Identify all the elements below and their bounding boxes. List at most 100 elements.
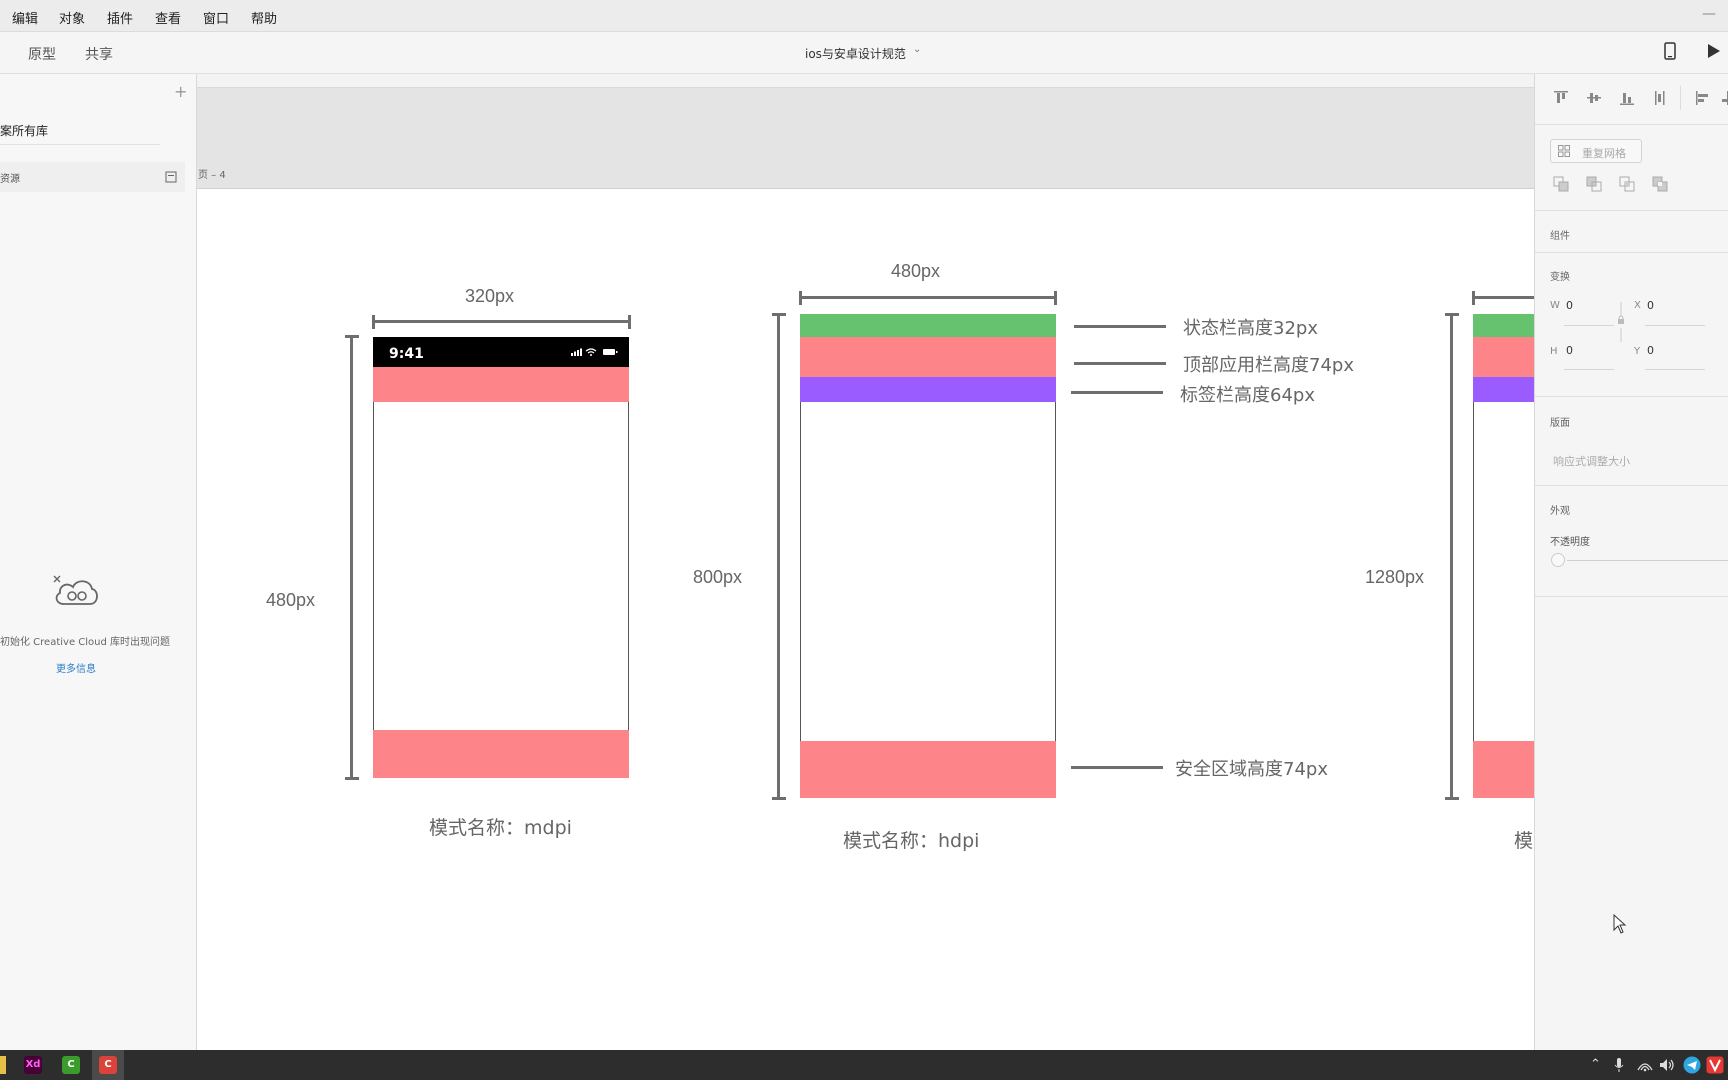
camtasia-green-icon[interactable]: C xyxy=(62,1056,80,1074)
grid-icon xyxy=(1558,145,1570,157)
transform-section-title: 变换 xyxy=(1550,272,1570,283)
phone-icon[interactable] xyxy=(1664,42,1676,60)
note-app-bar: 顶部应用栏高度74px xyxy=(1183,355,1354,376)
phone1-height-label: 480px xyxy=(266,590,316,610)
phone1-status-time: 9:41 xyxy=(389,346,424,362)
taskbar: Xd C C ⌃ xyxy=(0,1050,1728,1080)
play-icon[interactable] xyxy=(1707,43,1721,59)
opacity-slider-track[interactable] xyxy=(1567,560,1728,561)
chevron-down-icon[interactable]: ⌄ xyxy=(913,44,921,55)
artboard-label[interactable]: 页 – 4 xyxy=(198,166,226,181)
phone3-height-cap-bottom xyxy=(1445,797,1459,800)
boolean-exclude-icon[interactable] xyxy=(1652,176,1668,192)
align-bottom-icon[interactable] xyxy=(1619,90,1635,106)
width-input-line xyxy=(1564,325,1614,326)
align-middle-icon[interactable] xyxy=(1586,90,1602,106)
chevron-up-icon[interactable]: ⌃ xyxy=(1590,1057,1601,1072)
panel-toggle-icon[interactable] xyxy=(165,171,177,183)
repeat-grid-button[interactable]: 重复网格 xyxy=(1550,139,1642,163)
adobe-xd-icon[interactable]: Xd xyxy=(24,1056,42,1074)
phone3-tab-bar xyxy=(1473,377,1534,402)
menu-object[interactable]: 对象 xyxy=(59,8,85,27)
align-left-icon[interactable] xyxy=(1695,90,1711,106)
divider xyxy=(1535,210,1728,211)
note-tab-bar: 标签栏高度64px xyxy=(1180,385,1315,406)
menu-plugins[interactable]: 插件 xyxy=(107,8,133,27)
menu-view[interactable]: 查看 xyxy=(155,8,181,27)
property-inspector: 重复网格 组件 变换 W 0 X 0 H 0 Y 0 版面 响应式调整大小 外观… xyxy=(1534,74,1728,1050)
phone2-width-cap-right xyxy=(1054,291,1057,305)
phone1-frame[interactable] xyxy=(373,337,629,778)
opacity-slider-handle[interactable] xyxy=(1551,553,1565,567)
opacity-label: 不透明度 xyxy=(1550,537,1590,548)
menu-edit[interactable]: 编辑 xyxy=(12,8,38,27)
align-center-icon[interactable] xyxy=(1721,90,1728,106)
speaker-icon[interactable] xyxy=(1659,1058,1675,1072)
phone1-width-line xyxy=(373,320,630,323)
note-status-bar: 状态栏高度32px xyxy=(1183,318,1318,339)
boolean-intersect-icon[interactable] xyxy=(1619,176,1635,192)
library-title: 案所有库 xyxy=(0,124,49,138)
minimize-button[interactable]: — xyxy=(1702,6,1716,22)
x-input[interactable]: 0 xyxy=(1647,299,1654,312)
more-info-link[interactable]: 更多信息 xyxy=(56,660,96,675)
phone3-height-line xyxy=(1450,314,1453,799)
phone2-height-cap-bottom xyxy=(772,797,786,800)
toolbar-divider xyxy=(1680,86,1681,110)
canvas-ruler-strip xyxy=(197,74,1534,88)
phone2-width-cap-left xyxy=(799,291,802,305)
document-title[interactable]: ios与安卓设计规范 xyxy=(805,45,906,62)
file-explorer-icon[interactable] xyxy=(0,1056,6,1074)
phone2-safe-area xyxy=(800,741,1056,798)
height-input[interactable]: 0 xyxy=(1566,344,1573,357)
toolbar: 原型 共享 ios与安卓设计规范 ⌄ xyxy=(0,32,1728,74)
lock-aspect-icon[interactable] xyxy=(1616,302,1626,342)
phone1-bottom-bar xyxy=(373,730,629,778)
x-label: X xyxy=(1634,300,1641,311)
telegram-icon[interactable] xyxy=(1683,1056,1701,1074)
width-input[interactable]: 0 xyxy=(1566,299,1573,312)
layout-section-title: 版面 xyxy=(1550,418,1570,429)
libraries-panel: + 案所有库 资源 初始化 Creative Cloud 库时出现问题 更多信息 xyxy=(0,74,197,1050)
camtasia-red-icon[interactable]: C xyxy=(99,1056,117,1074)
phone2-app-bar xyxy=(800,337,1056,377)
note-safe-area: 安全区域高度74px xyxy=(1175,759,1328,780)
menu-help[interactable]: 帮助 xyxy=(251,8,277,27)
y-input[interactable]: 0 xyxy=(1647,344,1654,357)
mouse-cursor-icon xyxy=(1613,914,1627,934)
divider xyxy=(1535,124,1728,125)
height-input-line xyxy=(1564,369,1614,370)
boolean-add-icon[interactable] xyxy=(1553,176,1569,192)
phone1-width-cap-right xyxy=(628,315,631,329)
divider xyxy=(0,144,160,145)
creative-cloud-error-icon xyxy=(53,575,98,605)
artboard[interactable]: 320px 480px 9:41 模式名称：mdpi 480px 800px 状… xyxy=(197,188,1534,1050)
network-icon[interactable] xyxy=(1637,1058,1653,1072)
menu-window[interactable]: 窗口 xyxy=(203,8,229,27)
resource-row[interactable]: 资源 xyxy=(0,162,185,192)
tab-share[interactable]: 共享 xyxy=(85,44,113,64)
phone1-app-bar xyxy=(373,367,629,402)
tray-app-icon[interactable] xyxy=(1706,1056,1724,1074)
distribute-vertical-icon[interactable] xyxy=(1652,90,1668,106)
microphone-icon[interactable] xyxy=(1614,1057,1624,1073)
divider xyxy=(1535,596,1728,597)
component-section-title[interactable]: 组件 xyxy=(1550,227,1570,242)
menu-bar: 编辑 对象 插件 查看 窗口 帮助 — xyxy=(0,0,1728,32)
design-canvas[interactable]: 页 – 4 320px 480px 9:41 模式名称：mdpi 480px 8… xyxy=(197,74,1534,1050)
divider xyxy=(1535,396,1728,397)
responsive-resize-toggle[interactable]: 响应式调整大小 xyxy=(1553,453,1630,469)
note-tabbar-line xyxy=(1071,391,1163,394)
phone1-height-cap-bottom xyxy=(345,777,359,780)
tab-prototype[interactable]: 原型 xyxy=(28,44,56,64)
phone3-height-cap-top xyxy=(1445,313,1459,316)
align-top-icon[interactable] xyxy=(1553,90,1569,106)
phone2-height-label: 800px xyxy=(693,567,743,587)
phone1-height-line xyxy=(350,336,353,779)
boolean-subtract-icon[interactable] xyxy=(1586,176,1602,192)
x-input-line xyxy=(1645,325,1705,326)
status-signal-wifi-battery-icon xyxy=(571,348,618,356)
phone3-app-bar xyxy=(1473,337,1534,377)
add-library-button[interactable]: + xyxy=(174,82,187,101)
phone2-height-cap-top xyxy=(772,313,786,316)
